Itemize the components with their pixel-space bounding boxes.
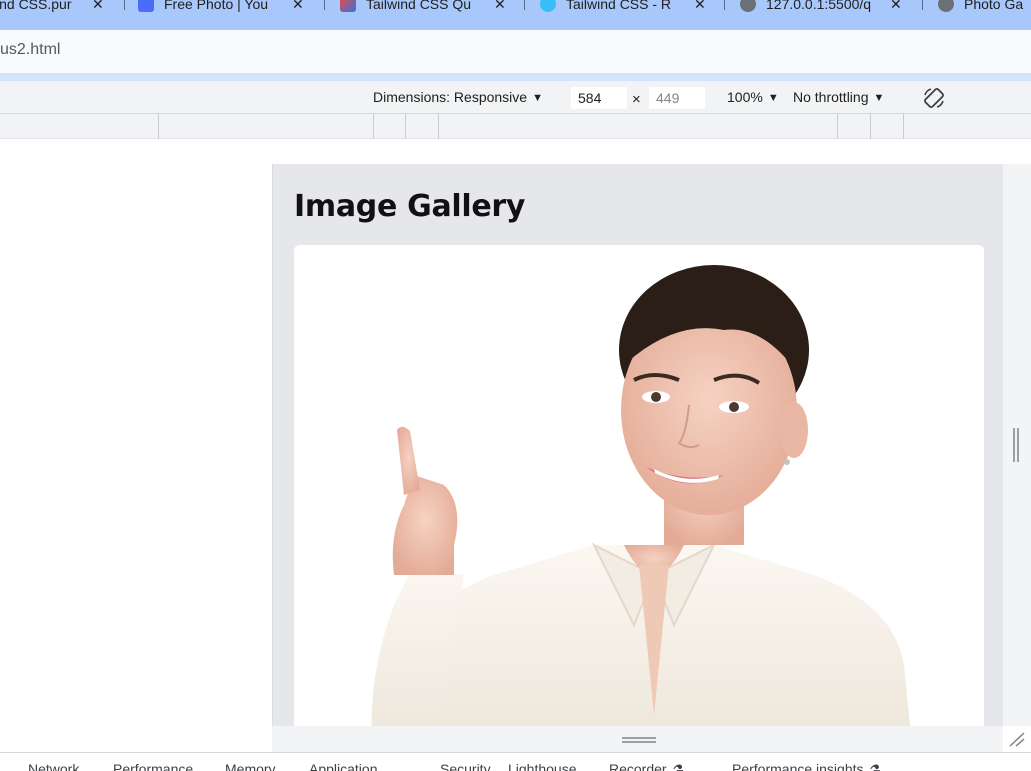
- gallery-image: [294, 245, 984, 726]
- bottom-resize-area: [272, 726, 1003, 752]
- globe-icon: [938, 0, 954, 12]
- close-tab-icon[interactable]: ✕: [494, 0, 506, 13]
- tab-divider: [524, 0, 525, 10]
- tab-performance[interactable]: Performance: [113, 761, 193, 771]
- height-input[interactable]: 449: [649, 87, 705, 109]
- zoom-label: 100%: [727, 89, 763, 105]
- times-sign: ×: [632, 91, 641, 108]
- tab-divider: [724, 0, 725, 10]
- address-bar-row: us2.html: [0, 30, 1031, 73]
- ruler-marker[interactable]: [870, 114, 871, 139]
- page-title: Image Gallery: [294, 189, 526, 224]
- caret-down-icon: ▼: [767, 92, 779, 104]
- globe-icon: [740, 0, 756, 12]
- ruler-marker[interactable]: [373, 114, 374, 139]
- tab-recorder[interactable]: Recorder ⚗: [609, 761, 684, 771]
- caret-down-icon: ▼: [873, 92, 885, 104]
- browser-tab[interactable]: Tailwind CSS Qu ✕: [340, 0, 506, 18]
- throttling-label: No throttling: [793, 89, 869, 105]
- tab-title: Free Photo | You: [164, 0, 269, 12]
- caret-down-icon: ▼: [532, 92, 543, 104]
- tab-title: Photo Ga: [964, 0, 1024, 12]
- experiment-flask-icon: ⚗: [672, 762, 685, 771]
- experiment-flask-icon: ⚗: [869, 762, 882, 771]
- tailwind-favicon-icon: [540, 0, 556, 12]
- tab-memory[interactable]: Memory: [225, 761, 276, 771]
- device-viewport: Image Gallery: [272, 164, 1003, 726]
- close-tab-icon[interactable]: ✕: [890, 0, 902, 13]
- tab-performance-insights-label: Performance insights: [732, 761, 864, 771]
- dimensions-label: Dimensions: Responsive: [373, 89, 528, 105]
- tab-divider: [922, 0, 923, 10]
- devtools-panel-tabs: Network Performance Memory Application S…: [0, 752, 1031, 771]
- browser-tab[interactable]: 127.0.0.1:5500/q ✕: [740, 0, 902, 18]
- throttling-dropdown[interactable]: No throttling ▼: [793, 89, 884, 105]
- address-bar[interactable]: us2.html: [0, 41, 60, 59]
- corner-resize-icon[interactable]: [1006, 730, 1026, 748]
- ruler-marker[interactable]: [438, 114, 439, 139]
- tab-divider: [124, 0, 125, 10]
- tab-lighthouse[interactable]: Lighthouse: [508, 761, 577, 771]
- ruler-marker[interactable]: [158, 114, 159, 139]
- toolbar-divider: [0, 73, 1031, 81]
- browser-tab[interactable]: Tailwind CSS - R ✕: [540, 0, 706, 18]
- rotate-icon[interactable]: [922, 86, 946, 110]
- tab-divider: [324, 0, 325, 10]
- tab-title: ind CSS.pur: [0, 0, 72, 12]
- tab-application[interactable]: Application: [309, 761, 378, 771]
- gallery-card[interactable]: [294, 245, 984, 726]
- zoom-dropdown[interactable]: 100% ▼: [727, 89, 779, 105]
- tab-performance-insights[interactable]: Performance insights ⚗: [732, 761, 881, 771]
- close-tab-icon[interactable]: ✕: [292, 0, 304, 13]
- width-input[interactable]: 584: [571, 87, 627, 109]
- tab-title: 127.0.0.1:5500/q: [766, 0, 872, 12]
- close-tab-icon[interactable]: ✕: [92, 0, 104, 13]
- tab-network[interactable]: Network: [28, 761, 79, 771]
- browser-tab[interactable]: Photo Ga: [938, 0, 1023, 18]
- freepik-favicon-icon: [138, 0, 154, 12]
- close-tab-icon[interactable]: ✕: [694, 0, 706, 13]
- tab-title: Tailwind CSS - R: [566, 0, 672, 12]
- device-toolbar: Dimensions: Responsive ▼ 584 × 449 100% ▼ …: [0, 81, 1031, 114]
- tab-title: Tailwind CSS Qu: [366, 0, 472, 12]
- ruler-marker[interactable]: [903, 114, 904, 139]
- dimensions-dropdown[interactable]: Dimensions: Responsive ▼: [373, 89, 543, 105]
- width-resize-handle-icon[interactable]: [1012, 428, 1020, 462]
- tab-security[interactable]: Security: [440, 761, 491, 771]
- ruler-marker[interactable]: [837, 114, 838, 139]
- ruler-marker[interactable]: [405, 114, 406, 139]
- height-resize-handle-icon[interactable]: [622, 736, 656, 744]
- tailwind-quiz-favicon-icon: [340, 0, 356, 12]
- browser-tab-strip: ind CSS.pur ✕ Free Photo | You ✕ Tailwin…: [0, 0, 1031, 30]
- tab-recorder-label: Recorder: [609, 761, 667, 771]
- browser-tab[interactable]: ind CSS.pur ✕: [0, 0, 104, 18]
- browser-tab[interactable]: Free Photo | You ✕: [138, 0, 304, 18]
- media-query-ruler: [0, 114, 1031, 139]
